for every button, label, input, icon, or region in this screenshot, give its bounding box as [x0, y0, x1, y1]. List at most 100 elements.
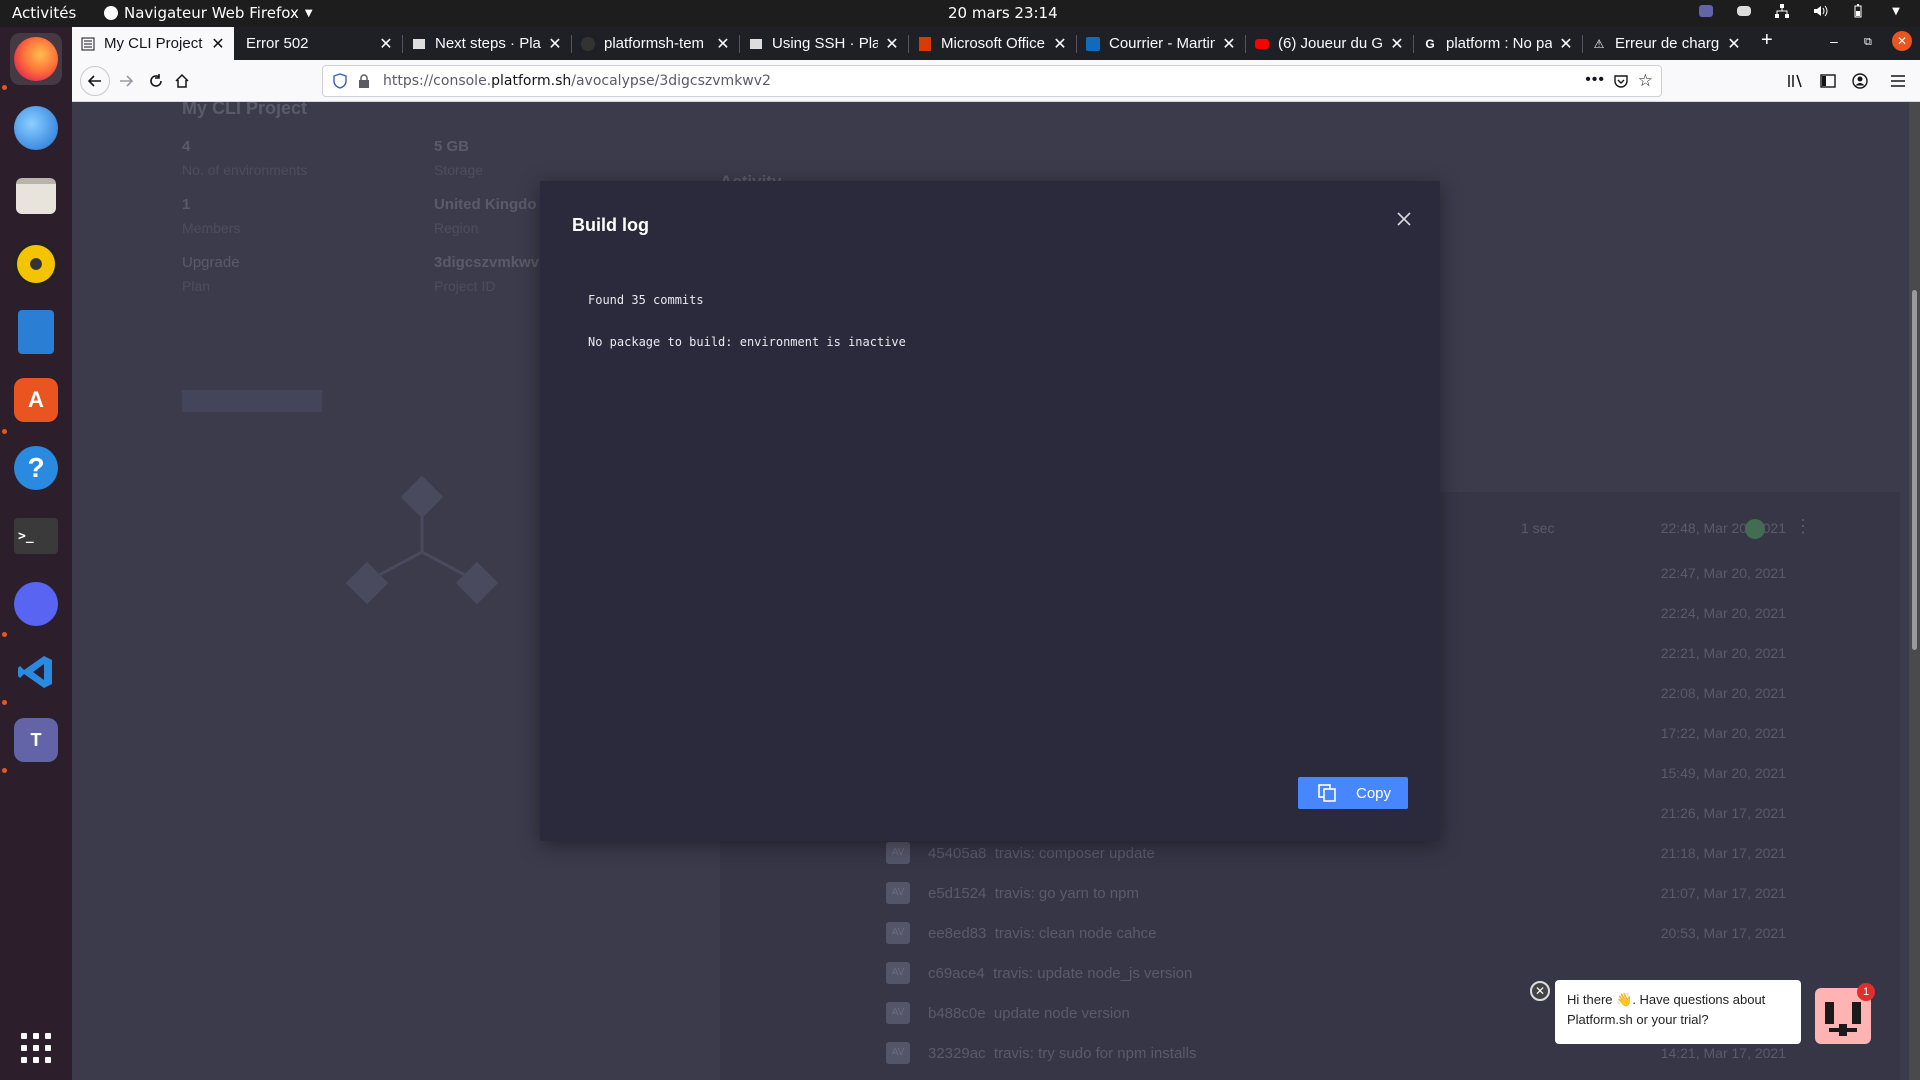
notification-badge: 1: [1857, 983, 1875, 1001]
activity-date: 22:47, Mar 20, 2021: [1660, 565, 1786, 581]
activity-date: 21:26, Mar 17, 2021: [1660, 805, 1786, 821]
tab-using-ssh[interactable]: Using SSH · Platf ✕: [740, 27, 908, 60]
stat-value: 4: [182, 138, 191, 155]
google-icon: G: [1425, 36, 1435, 51]
dock-thunderbird[interactable]: [10, 102, 62, 154]
forward-button[interactable]: [114, 69, 138, 93]
sidebar-icon: [1820, 74, 1836, 88]
url-bar[interactable]: https://console.platform.sh/avocalypse/3…: [322, 65, 1662, 97]
chat-prompt-bubble[interactable]: Hi there 👋. Have questions about Platfor…: [1555, 980, 1801, 1044]
placeholder-button[interactable]: [182, 390, 322, 412]
pocket-icon[interactable]: [1613, 73, 1629, 93]
vscode-icon: [14, 650, 58, 694]
tab-google-search[interactable]: G platform : No pa ✕: [1414, 27, 1582, 60]
account-icon: [1852, 73, 1868, 89]
account-button[interactable]: [1848, 69, 1872, 93]
tab-label: Courrier - Martin: [1109, 35, 1215, 52]
discord-tray-icon[interactable]: [1736, 3, 1752, 19]
activity-date: 21:18, Mar 17, 2021: [1660, 845, 1786, 861]
close-icon[interactable]: [1392, 207, 1416, 231]
system-menu-caret-icon[interactable]: ▼: [1888, 3, 1904, 19]
back-button[interactable]: [80, 66, 110, 96]
scrollbar-thumb[interactable]: [1912, 290, 1917, 650]
library-button[interactable]: [1784, 69, 1808, 93]
terminal-icon: >_: [14, 518, 58, 554]
menu-button[interactable]: [1886, 69, 1910, 93]
upgrade-link[interactable]: Upgrade: [182, 254, 240, 271]
caret-down-icon: ▼: [304, 7, 313, 19]
tab-next-steps[interactable]: Next steps · Plat ✕: [403, 27, 571, 60]
tab-microsoft-office[interactable]: Microsoft Office ✕: [909, 27, 1076, 60]
teams-tray-icon[interactable]: [1698, 3, 1714, 19]
tab-outlook-mail[interactable]: Courrier - Martin ✕: [1077, 27, 1245, 60]
stat-label: Region: [434, 220, 479, 236]
dock-terminal[interactable]: >_: [10, 510, 62, 562]
lock-icon[interactable]: [358, 73, 370, 93]
page-actions-icon[interactable]: •••: [1585, 71, 1605, 89]
close-tab-icon[interactable]: ✕: [884, 34, 900, 54]
dock-help[interactable]: ?: [10, 442, 62, 494]
tab-error-502[interactable]: Error 502 ✕: [234, 27, 402, 60]
close-tab-icon[interactable]: ✕: [1726, 34, 1742, 54]
bookmark-star-icon[interactable]: ☆: [1638, 71, 1653, 91]
avatar: AV: [886, 842, 910, 864]
system-tray: ▼: [1698, 3, 1904, 19]
activities-button[interactable]: Activités: [12, 4, 76, 22]
tab-youtube[interactable]: (6) Joueur du Gr ✕: [1246, 27, 1413, 60]
network-icon[interactable]: [1774, 3, 1790, 19]
reload-button[interactable]: [144, 69, 168, 93]
close-tab-icon[interactable]: ✕: [378, 34, 394, 54]
tab-strip: My CLI Project | ✕ Error 502 ✕ Next step…: [72, 27, 1920, 60]
tab-loading-error[interactable]: ⚠ Erreur de charg ✕: [1583, 27, 1750, 60]
stat-label: Storage: [434, 162, 484, 178]
dock: A ? >_ T: [0, 27, 72, 1080]
dock-show-apps[interactable]: [10, 1022, 62, 1074]
clock[interactable]: 20 mars 23:14: [948, 4, 1058, 22]
log-line: Found 35 commits: [588, 293, 704, 307]
dock-running-indicator: [2, 429, 7, 434]
chat-dismiss-icon[interactable]: ✕: [1530, 981, 1550, 1001]
app-menu[interactable]: Navigateur Web Firefox ▼: [104, 4, 313, 22]
dock-teams[interactable]: T: [10, 714, 62, 766]
dock-discord[interactable]: [10, 578, 62, 630]
activity-row[interactable]: AV e5d1524 travis: go yarn to npm 21:07,…: [800, 874, 1830, 914]
restore-button[interactable]: ⧉: [1864, 36, 1872, 49]
new-tab-button[interactable]: +: [1761, 29, 1773, 52]
minimize-button[interactable]: –: [1830, 33, 1838, 49]
close-tab-icon[interactable]: ✕: [715, 34, 731, 54]
copy-button[interactable]: Copy: [1298, 777, 1408, 809]
sidebar-button[interactable]: [1816, 69, 1840, 93]
activity-message: 45405a8 travis: composer update: [928, 845, 1155, 862]
activity-message: b488c0e update node version: [928, 1005, 1130, 1022]
tab-label: Erreur de charg: [1615, 35, 1720, 52]
close-tab-icon[interactable]: ✕: [547, 34, 563, 54]
close-tab-icon[interactable]: ✕: [1389, 34, 1405, 54]
tab-label: Using SSH · Platf: [772, 35, 878, 52]
tracking-protection-shield-icon[interactable]: [333, 73, 347, 93]
dock-files[interactable]: [10, 170, 62, 222]
close-tab-icon[interactable]: ✕: [1558, 34, 1574, 54]
page-scrollbar[interactable]: [1909, 102, 1920, 1080]
youtube-icon: [1254, 36, 1270, 52]
dock-writer[interactable]: [10, 306, 62, 358]
build-log-output: Found 35 commits No package to build: en…: [588, 290, 906, 353]
activity-row[interactable]: AV ee8ed83 travis: clean node cahce 20:5…: [800, 914, 1830, 954]
battery-icon[interactable]: [1850, 3, 1866, 19]
tab-my-cli-project[interactable]: My CLI Project | ✕: [72, 27, 234, 60]
close-tab-icon[interactable]: ✕: [210, 34, 226, 54]
close-tab-icon[interactable]: ✕: [1052, 34, 1068, 54]
dock-rhythmbox[interactable]: [10, 238, 62, 290]
stat-value: 1: [182, 196, 191, 213]
dock-app-center[interactable]: A: [10, 374, 62, 426]
home-button[interactable]: [170, 69, 194, 93]
close-tab-icon[interactable]: ✕: [1221, 34, 1237, 54]
volume-icon[interactable]: [1812, 3, 1828, 19]
arrow-left-icon: [87, 75, 101, 87]
dock-firefox[interactable]: [10, 33, 62, 85]
github-icon: [580, 36, 596, 52]
tab-platformsh-template[interactable]: platformsh-tem ✕: [572, 27, 739, 60]
close-window-button[interactable]: ✕: [1892, 31, 1912, 51]
stat-value: United Kingdo: [434, 196, 537, 213]
writer-icon: [18, 310, 54, 354]
dock-vscode[interactable]: [10, 646, 62, 698]
